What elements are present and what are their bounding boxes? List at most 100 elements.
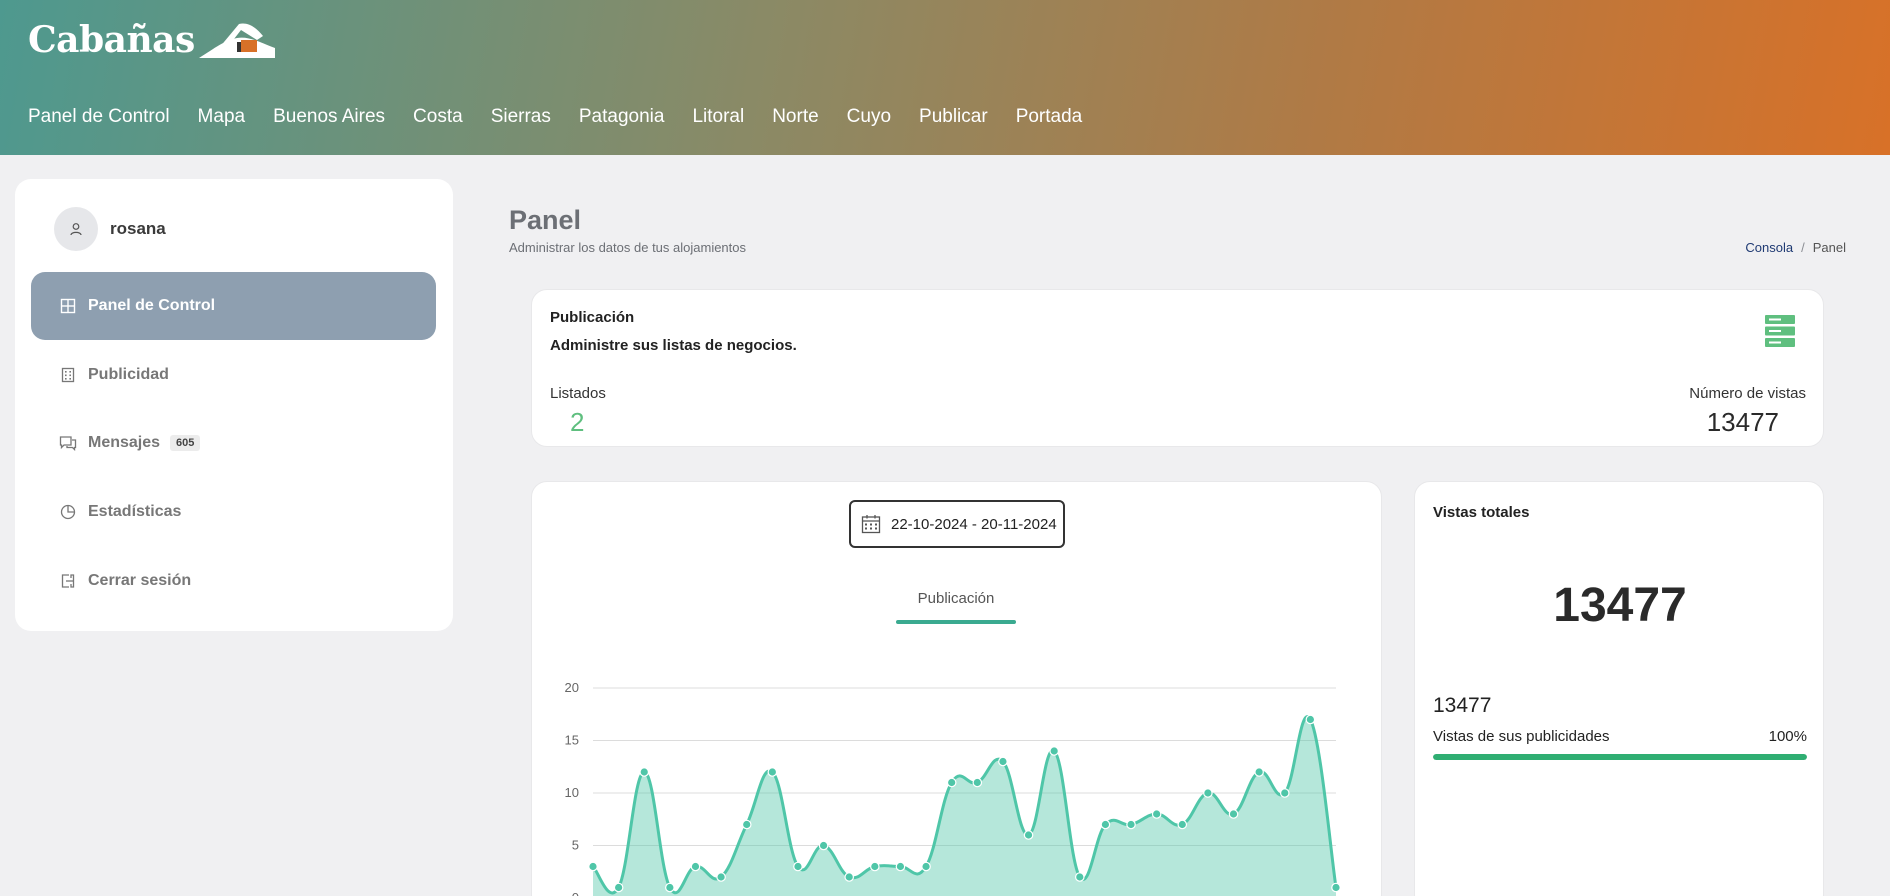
- data-point: [818, 840, 829, 851]
- nav-cuyo[interactable]: Cuyo: [847, 106, 891, 128]
- nav-litoral[interactable]: Litoral: [692, 106, 744, 128]
- sidebar-item-publicidad[interactable]: Publicidad: [31, 341, 436, 409]
- data-point: [690, 861, 701, 872]
- nav-patagonia[interactable]: Patagonia: [579, 106, 665, 128]
- tab-publicacion[interactable]: Publicación: [900, 590, 1012, 607]
- data-point: [613, 882, 624, 893]
- nav-portada[interactable]: Portada: [1016, 106, 1083, 128]
- user-profile[interactable]: rosana: [54, 207, 166, 251]
- data-point: [1049, 746, 1059, 756]
- data-point: [1254, 767, 1264, 777]
- data-point: [639, 767, 650, 777]
- sidebar: rosana Panel de Control Publicidad Mensa…: [15, 179, 453, 631]
- data-point: [1126, 819, 1136, 830]
- breadcrumb: Consola / Panel: [1745, 240, 1846, 255]
- user-icon: [70, 223, 82, 236]
- y-tick-label: 5: [572, 838, 579, 853]
- site-logo[interactable]: Cabañas: [28, 18, 277, 62]
- y-tick-label: 0: [572, 890, 579, 896]
- avatar: [54, 207, 98, 251]
- data-point: [1228, 809, 1239, 819]
- data-point: [870, 861, 880, 872]
- y-tick-label: 10: [565, 785, 579, 800]
- total-views-sub-value: 13477: [1433, 694, 1492, 717]
- publication-title: Publicación: [550, 309, 635, 326]
- main-nav: Panel de Control Mapa Buenos Aires Costa…: [28, 106, 1082, 128]
- data-point: [665, 882, 675, 893]
- breadcrumb-consola[interactable]: Consola: [1745, 240, 1793, 255]
- data-point: [895, 861, 906, 872]
- data-point: [588, 861, 598, 872]
- sidebar-item-label: Cerrar sesión: [88, 572, 192, 589]
- data-point: [1305, 714, 1316, 725]
- data-point: [1203, 788, 1213, 798]
- sidebar-item-label: Estadísticas: [88, 503, 182, 520]
- data-point: [1074, 872, 1085, 882]
- data-point: [844, 872, 855, 882]
- data-point: [921, 861, 931, 872]
- sidebar-item-cerrar-sesion[interactable]: Cerrar sesión: [31, 547, 436, 615]
- nav-norte[interactable]: Norte: [772, 106, 818, 128]
- page-subtitle: Administrar los datos de tus alojamiento…: [509, 240, 747, 255]
- data-point: [972, 777, 983, 788]
- data-point: [741, 819, 752, 830]
- data-point: [1177, 819, 1188, 830]
- nav-buenos-aires[interactable]: Buenos Aires: [273, 106, 385, 128]
- building-icon: [59, 366, 77, 384]
- data-point: [1100, 819, 1111, 830]
- cabin-logo-icon: [198, 23, 275, 58]
- calendar-icon: [861, 515, 881, 534]
- date-range-text: 22-10-2024 - 20-11-2024: [891, 515, 1057, 533]
- sidebar-item-panel-de-control[interactable]: Panel de Control: [31, 272, 436, 340]
- sidebar-item-mensajes[interactable]: Mensajes 605: [31, 409, 436, 477]
- logout-icon: [59, 572, 77, 590]
- data-point: [1279, 788, 1290, 798]
- data-point: [1151, 809, 1162, 819]
- data-point: [716, 872, 726, 882]
- total-views-card: Vistas totales 13477 13477 Vistas de sus…: [1414, 481, 1824, 896]
- nav-costa[interactable]: Costa: [413, 106, 463, 128]
- sidebar-item-label: Mensajes: [88, 434, 161, 451]
- publication-card: Publicación Administre sus listas de neg…: [531, 289, 1824, 447]
- listados-value: 2: [570, 407, 585, 437]
- data-point: [793, 861, 803, 872]
- breadcrumb-separator: /: [1801, 240, 1805, 255]
- nav-sierras[interactable]: Sierras: [491, 106, 551, 128]
- page-title: Panel: [509, 205, 582, 235]
- data-point: [946, 777, 957, 788]
- views-progress-bar: [1433, 754, 1807, 760]
- date-range-picker[interactable]: 22-10-2024 - 20-11-2024: [849, 500, 1065, 548]
- total-views-label: Vistas de sus publicidades: [1433, 728, 1610, 745]
- server-icon: [1765, 315, 1795, 352]
- nav-publicar[interactable]: Publicar: [919, 106, 988, 128]
- total-views-percent: 100%: [1768, 728, 1807, 745]
- chart-card: 0 5 10 15 20 22-10-2024 - 20-11-2024 Publica…: [531, 481, 1382, 896]
- nav-panel-de-control[interactable]: Panel de Control: [28, 106, 170, 128]
- data-point: [998, 756, 1008, 767]
- views-progress-fill: [1433, 754, 1807, 760]
- logo-text: Cabañas: [28, 19, 195, 61]
- total-views-big-value: 13477: [1553, 579, 1687, 632]
- sidebar-item-label: Publicidad: [88, 366, 169, 383]
- views-value: 13477: [1706, 407, 1779, 437]
- y-tick-label: 20: [565, 680, 579, 695]
- listados-label: Listados: [550, 385, 606, 402]
- data-point: [767, 767, 778, 777]
- pie-chart-icon: [59, 503, 77, 521]
- total-views-title: Vistas totales: [1433, 504, 1530, 521]
- grid-icon: [59, 297, 77, 315]
- messages-count-badge: 605: [170, 435, 201, 451]
- breadcrumb-panel: Panel: [1812, 240, 1846, 255]
- data-point: [1331, 882, 1341, 893]
- sidebar-item-estadisticas[interactable]: Estadísticas: [31, 478, 436, 546]
- sidebar-item-label: Panel de Control: [88, 297, 216, 314]
- y-tick-label: 15: [565, 733, 579, 748]
- top-header: Cabañas Panel de Control Mapa Buenos Air…: [0, 0, 1890, 155]
- chat-icon: [59, 434, 77, 452]
- user-name: rosana: [110, 219, 166, 238]
- publication-description: Administre sus listas de negocios.: [550, 337, 797, 354]
- nav-mapa[interactable]: Mapa: [198, 106, 246, 128]
- views-label: Número de vistas: [1689, 385, 1806, 402]
- data-point: [1023, 830, 1034, 840]
- tab-active-indicator: [896, 620, 1016, 624]
